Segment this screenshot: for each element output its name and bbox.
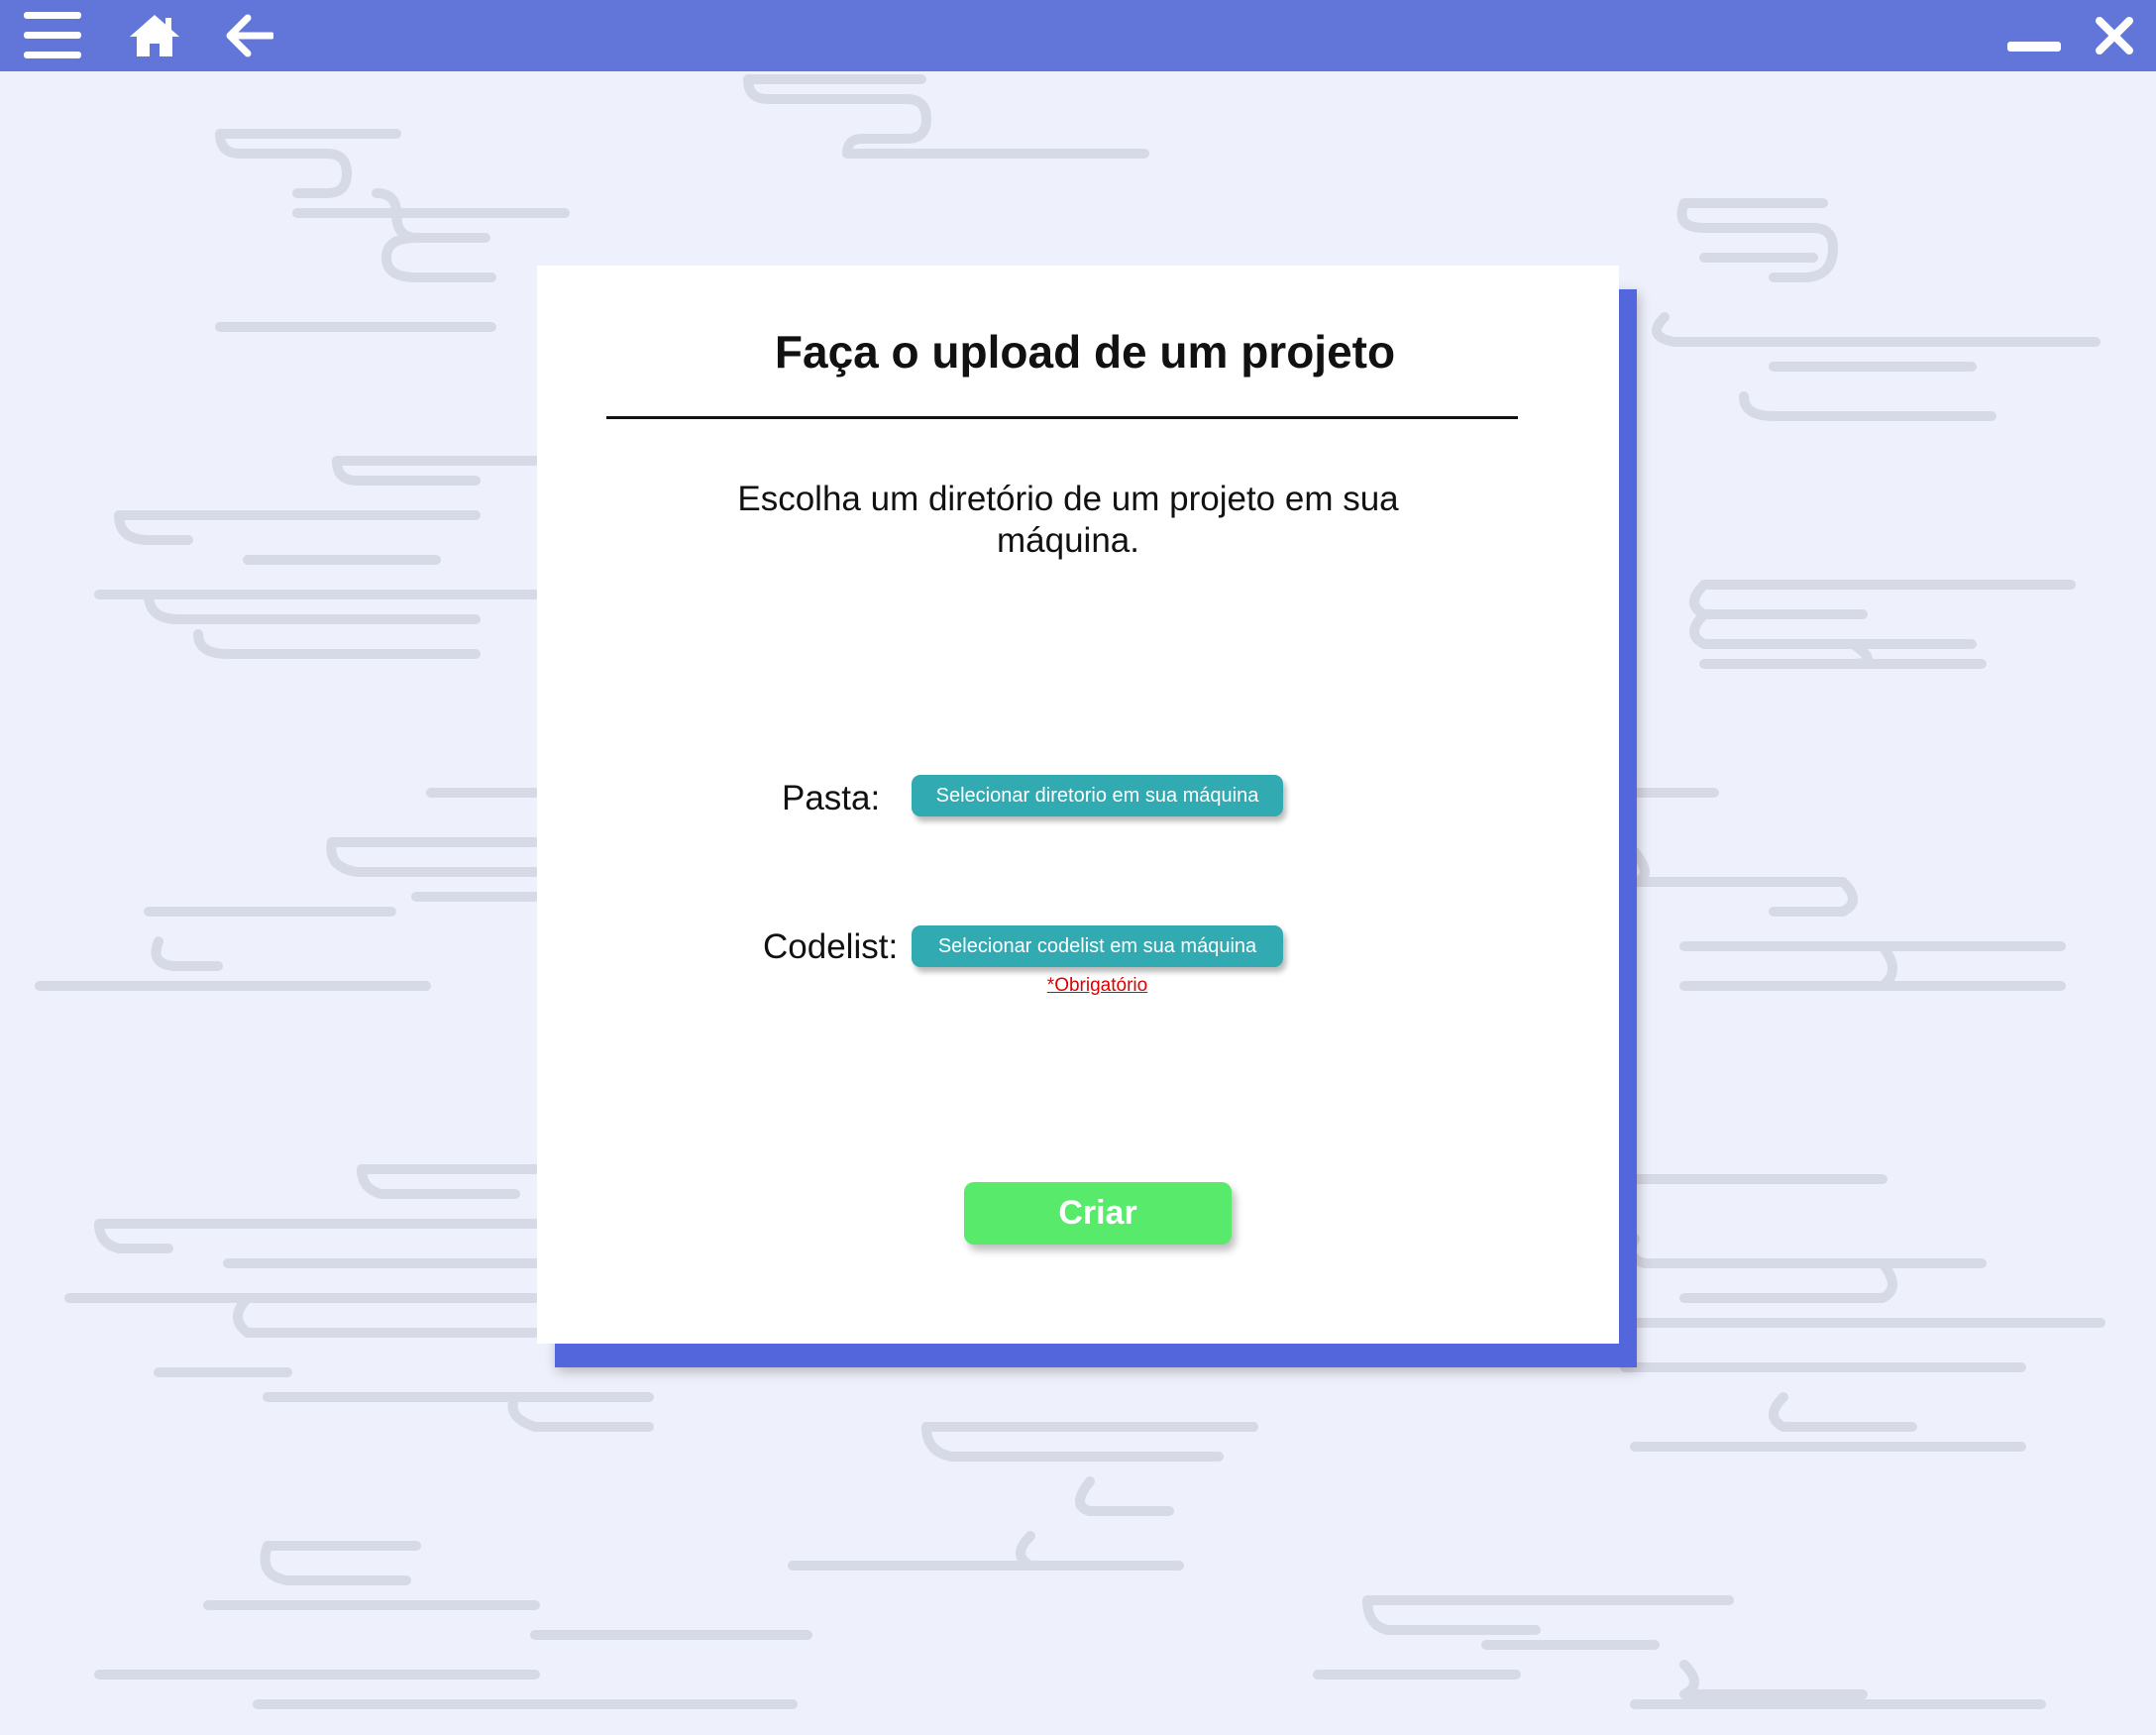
title-divider — [606, 416, 1518, 419]
hamburger-menu-icon[interactable] — [18, 0, 87, 71]
select-directory-button[interactable]: Selecionar diretorio em sua máquina — [912, 775, 1283, 816]
home-icon[interactable] — [125, 0, 184, 71]
close-icon[interactable] — [2089, 0, 2140, 71]
arrow-left-icon[interactable] — [220, 0, 279, 71]
dialog-title: Faça o upload de um projeto — [774, 326, 1396, 378]
select-codelist-button[interactable]: Selecionar codelist em sua máquina — [912, 925, 1283, 967]
dialog-subtitle: Escolha um diretório de um projeto em su… — [737, 480, 1399, 560]
create-button[interactable]: Criar — [964, 1182, 1232, 1245]
codelist-label: Codelist: — [763, 927, 899, 966]
pasta-label: Pasta: — [782, 779, 881, 817]
top-toolbar — [0, 0, 2156, 71]
required-note: *Obrigatório — [1046, 975, 1148, 996]
upload-project-dialog: Faça o upload de um projeto Escolha um d… — [537, 266, 1619, 1344]
minimize-icon[interactable] — [2003, 0, 2065, 71]
